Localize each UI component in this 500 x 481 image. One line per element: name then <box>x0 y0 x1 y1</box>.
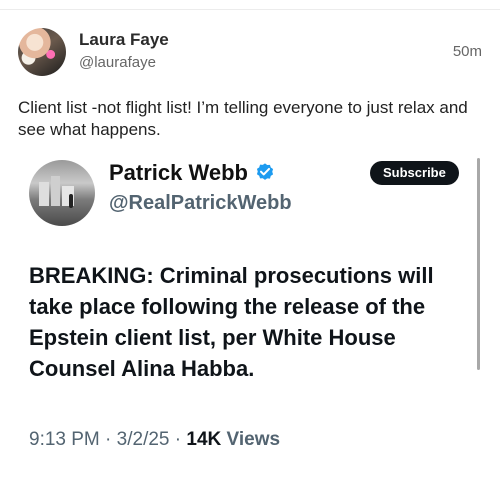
views-label: Views <box>226 429 281 450</box>
scrollbar[interactable] <box>477 158 480 370</box>
embedded-author-row: Patrick Webb <box>109 160 276 186</box>
verified-badge-icon <box>256 163 274 180</box>
embedded-avatar <box>29 160 95 226</box>
embedded-date: 3/2/25 <box>116 429 170 450</box>
embedded-author-handle: @RealPatrickWebb <box>109 192 292 214</box>
embedded-author-name: Patrick Webb <box>109 160 248 185</box>
embedded-post-image: Patrick Webb @RealPatrickWebb Subscribe … <box>18 150 488 481</box>
embedded-headline: BREAKING: Criminal prosecutions will tak… <box>29 263 434 381</box>
embedded-time: 9:13 PM <box>29 429 100 450</box>
avatar-figure <box>69 194 73 208</box>
embedded-meta: 9:13 PM · 3/2/25 · 14K Views <box>29 429 280 451</box>
meta-separator: · <box>169 429 187 450</box>
avatar-building-2 <box>51 176 60 206</box>
meta-separator: · <box>99 429 117 450</box>
author-name[interactable]: Laura Faye <box>79 30 169 50</box>
post-card: Laura Faye @laurafaye 50m Client list -n… <box>0 0 500 481</box>
author-handle[interactable]: @laurafaye <box>79 54 156 71</box>
post-text: Client list -not flight list! I’m tellin… <box>18 98 468 139</box>
subscribe-button: Subscribe <box>370 161 459 185</box>
avatar[interactable] <box>18 28 66 76</box>
top-divider <box>0 9 500 10</box>
views-count: 14K <box>186 429 222 450</box>
avatar-building-1 <box>39 182 49 206</box>
post-timestamp: 50m <box>452 43 482 60</box>
